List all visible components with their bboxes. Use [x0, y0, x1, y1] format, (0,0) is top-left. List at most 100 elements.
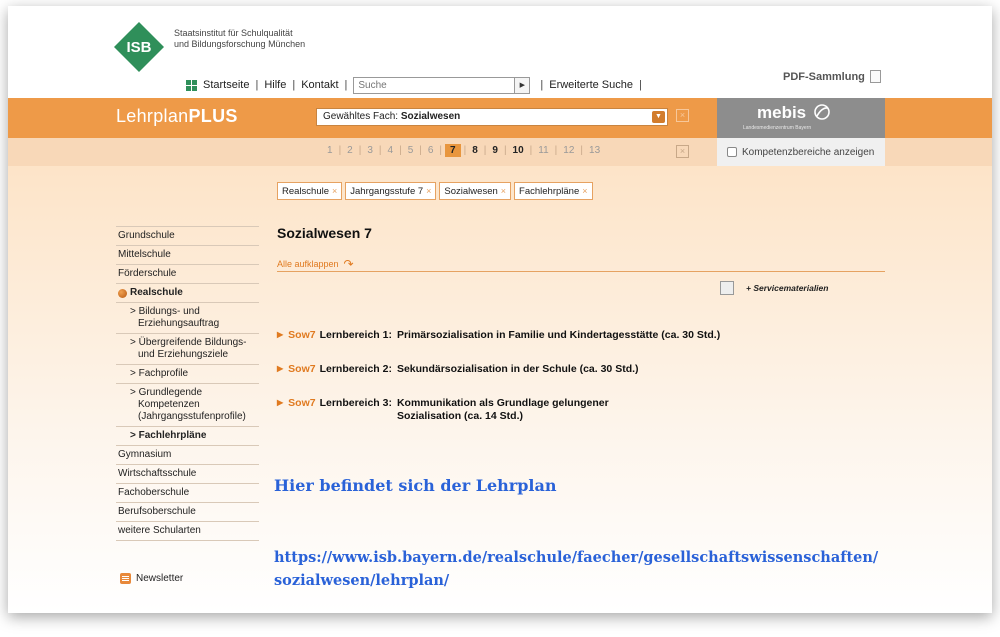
- browser-page: ISB Staatsinstitut für Schulqualität und…: [8, 6, 992, 613]
- sidebar-item-label: weitere Schularten: [118, 525, 201, 536]
- sidebar-item-label: Fachoberschule: [118, 487, 190, 498]
- lernbereich-title: Primärsozialisation in Familie und Kinde…: [396, 329, 721, 341]
- breadcrumb-item[interactable]: Fachlehrpläne ×: [514, 182, 593, 200]
- sidebar-item[interactable]: Mittelschule: [116, 246, 259, 265]
- newsletter-icon: [120, 573, 131, 584]
- sidebar-item[interactable]: Grundschule: [116, 226, 259, 246]
- sidebar-item[interactable]: Wirtschaftsschule: [116, 465, 259, 484]
- sidebar-item-label: Mittelschule: [118, 249, 171, 260]
- sidebar-item[interactable]: > Fachlehrpläne: [116, 427, 259, 446]
- sidebar-item[interactable]: Gymnasium: [116, 446, 259, 465]
- kompetenz-toggle[interactable]: Kompetenzbereiche anzeigen: [717, 138, 885, 166]
- expand-all-label: Alle aufklappen: [277, 259, 339, 269]
- search-input[interactable]: [353, 76, 516, 94]
- sidebar-item-label: > Fachlehrpläne: [130, 430, 207, 441]
- sidebar-item[interactable]: > Fachprofile: [116, 365, 259, 384]
- subject-select[interactable]: Gewähltes Fach: Sozialwesen ▼: [316, 108, 668, 126]
- nav-contact-link[interactable]: Kontakt: [301, 79, 338, 91]
- grade-separator: |: [463, 145, 467, 156]
- sidebar-item[interactable]: weitere Schularten: [116, 522, 259, 541]
- expand-all-link[interactable]: Alle aufklappen ↷: [277, 257, 354, 271]
- breadcrumb-item[interactable]: Jahrgangsstufe 7 ×: [345, 182, 437, 200]
- grade-8[interactable]: 8: [469, 145, 481, 156]
- curved-arrow-icon: ↷: [343, 257, 354, 271]
- grade-2[interactable]: 2: [344, 145, 356, 156]
- chevron-down-icon[interactable]: ▼: [652, 111, 665, 123]
- lernbereich-1[interactable]: ▶ Sow7 Lernbereich 1: Primärsozialisatio…: [277, 329, 917, 342]
- grade-separator: |: [399, 145, 402, 156]
- annotation-url-line-2: sozialwesen/lehrplan/: [274, 572, 450, 589]
- sidebar-item-label: Gymnasium: [118, 449, 172, 460]
- grade-11[interactable]: 11: [535, 145, 551, 156]
- remove-close-icon[interactable]: ×: [332, 186, 337, 196]
- sidebar-item[interactable]: Förderschule: [116, 265, 259, 284]
- grade-12[interactable]: 12: [560, 145, 577, 156]
- institute-line-2: und Bildungsforschung München: [174, 39, 306, 49]
- annotation-url[interactable]: https://www.isb.bayern.de/realschule/fae…: [274, 546, 974, 592]
- grade-3[interactable]: 3: [364, 145, 376, 156]
- isb-logo[interactable]: ISB: [112, 20, 166, 74]
- grade-separator: |: [529, 145, 533, 156]
- lernbereich-code: Sow7: [288, 397, 316, 409]
- nav-separator: |: [540, 79, 544, 91]
- advanced-search-link[interactable]: Erweiterte Suche: [549, 79, 633, 91]
- sidebar-item[interactable]: > Grundlegende Kompetenzen (Jahrgangsstu…: [116, 384, 259, 427]
- grade-10[interactable]: 10: [510, 145, 527, 156]
- institute-name: Staatsinstitut für Schulqualität und Bil…: [174, 28, 305, 50]
- grade-separator: |: [338, 145, 342, 156]
- grade-strip: 1 | 2 | 3 | 4 | 5 | 6 | 7 | 8 | 9 | 10 | 11 | 12 | 13 × Kompeten…: [8, 138, 992, 166]
- lernbereich-code: Sow7: [288, 363, 316, 375]
- play-arrow-icon: ▶: [519, 82, 526, 89]
- grade-5[interactable]: 5: [405, 145, 417, 156]
- lernbereich-title: Kommunikation als Grundlage gelungener S…: [396, 397, 609, 422]
- logo-text: ISB: [126, 39, 151, 56]
- sidebar-item[interactable]: > Übergreifende Bildungs- und Erziehungs…: [116, 334, 259, 365]
- search-submit-button[interactable]: ▶: [515, 76, 531, 94]
- site-header: ISB Staatsinstitut für Schulqualität und…: [8, 6, 992, 98]
- lernbereich-2[interactable]: ▶ Sow7 Lernbereich 2: Sekundärsozialisat…: [277, 363, 917, 376]
- pdf-collection-label: PDF-Sammlung: [783, 70, 865, 83]
- remove-close-icon[interactable]: ×: [501, 186, 506, 196]
- grade-separator: |: [419, 145, 422, 156]
- kompetenz-checkbox[interactable]: [727, 147, 737, 157]
- remove-close-icon[interactable]: ×: [426, 186, 431, 196]
- grade-7[interactable]: 7: [445, 144, 461, 157]
- grade-separator: |: [580, 145, 584, 156]
- brand-bold: PLUS: [188, 106, 238, 126]
- service-materials-label: + Servicematerialien: [746, 283, 829, 293]
- grade-9[interactable]: 9: [489, 145, 501, 156]
- breadcrumb-item[interactable]: Sozialwesen ×: [439, 182, 512, 200]
- pdf-collection-link[interactable]: PDF-Sammlung: [783, 70, 881, 83]
- grade-4[interactable]: 4: [385, 145, 397, 156]
- sidebar-item-label: Berufsoberschule: [118, 506, 196, 517]
- sidebar-item-label: Grundschule: [118, 230, 175, 241]
- grade-13[interactable]: 13: [586, 145, 603, 156]
- sidebar-item-label: > Grundlegende Kompetenzen (Jahrgangsstu…: [130, 387, 246, 422]
- newsletter-link[interactable]: Newsletter: [120, 573, 183, 584]
- clear-subject-close-icon[interactable]: ×: [676, 109, 689, 122]
- expand-triangle-icon: ▶: [277, 330, 284, 339]
- lernbereich-3[interactable]: ▶ Sow7 Lernbereich 3: Kommunikation als …: [277, 397, 657, 423]
- sidebar-item-label: > Fachprofile: [130, 368, 189, 379]
- remove-close-icon[interactable]: ×: [582, 186, 587, 196]
- sidebar-item[interactable]: Realschule: [116, 284, 259, 303]
- clear-grade-close-icon[interactable]: ×: [676, 145, 689, 158]
- page-title: Sozialwesen 7: [277, 225, 372, 241]
- grade-6[interactable]: 6: [425, 145, 437, 156]
- breadcrumb: Realschule × Jahrgangsstufe 7 × Sozialwesen ×…: [277, 182, 593, 200]
- pdf-file-icon: [869, 70, 881, 83]
- breadcrumb-item[interactable]: Realschule ×: [277, 182, 343, 200]
- sidebar-item[interactable]: Berufsoberschule: [116, 503, 259, 522]
- grade-1[interactable]: 1: [324, 145, 336, 156]
- nav-help-link[interactable]: Hilfe: [264, 79, 286, 91]
- institute-line-1: Staatsinstitut für Schulqualität: [174, 28, 293, 38]
- sidebar-item[interactable]: > Bildungs- und Erziehungsauftrag: [116, 303, 259, 334]
- service-materials-link[interactable]: + Servicematerialien: [720, 281, 828, 295]
- grade-separator: |: [503, 145, 507, 156]
- grade-separator: |: [554, 145, 558, 156]
- sidebar-item[interactable]: Fachoberschule: [116, 484, 259, 503]
- grade-separator: |: [439, 145, 443, 156]
- nav-home-link[interactable]: Startseite: [203, 79, 249, 91]
- mebis-link[interactable]: mebis Landesmedienzentrum Bayern: [717, 98, 885, 138]
- lehrplanplus-logo[interactable]: LehrplanPLUS: [116, 106, 238, 127]
